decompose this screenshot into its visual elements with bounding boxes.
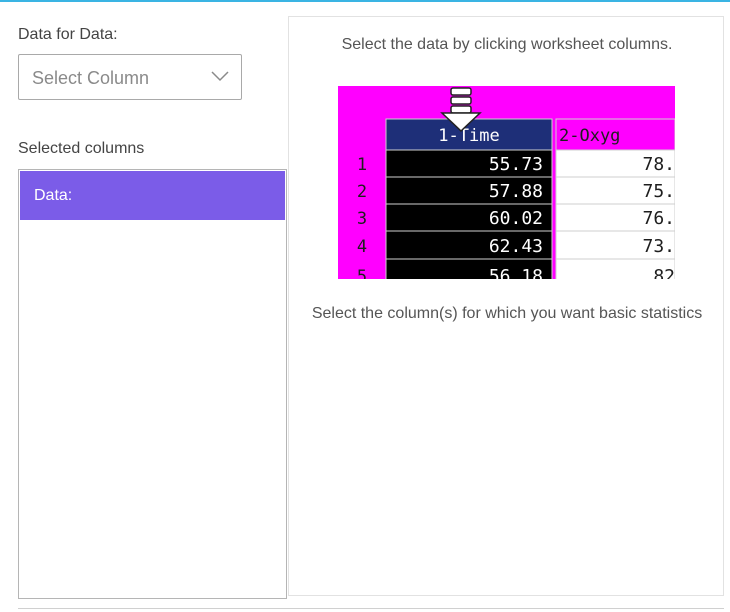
worksheet-illustration: 1-Time 2-Oxyg 1 55.73 78. 2 57.88 75. 3 … [338,86,675,279]
instruction-select-data: Select the data by clicking worksheet co… [341,36,673,53]
col1-cell-value: 55.73 [489,154,543,175]
selected-columns-list[interactable]: Data: [18,169,287,599]
col2-cell-value: 78. [642,154,675,175]
select-column-placeholder: Select Column [32,68,150,88]
instruction-select-statistics: Select the column(s) for which you want … [311,305,703,322]
col2-cell-value: 76. [642,208,675,229]
col2-header-label: 2-Oxyg [559,126,620,146]
col1-cell-value: 56.18 [489,266,543,279]
col2-cell-value: 82 [653,266,675,279]
help-panel: Select the data by clicking worksheet co… [288,16,724,596]
row-number: 2 [357,182,367,202]
chevron-down-icon [211,71,229,82]
row-number: 4 [357,237,367,257]
worksheet-graphic: 1-Time 2-Oxyg 1 55.73 78. 2 57.88 75. 3 … [338,86,675,279]
col2-cell-value: 73. [642,236,675,257]
row-number: 5 [357,267,367,279]
selected-column-item-label: Data: [34,187,73,204]
selected-column-item[interactable]: Data: [20,171,285,220]
data-for-label: Data for Data: [18,26,118,43]
row-header-corner [338,119,386,150]
top-accent-line [0,0,730,2]
col1-cell-value: 60.02 [489,208,543,229]
row-number: 1 [357,155,367,175]
bottom-divider [18,608,724,609]
col1-cell-value: 62.43 [489,236,543,257]
row-number: 3 [357,209,367,229]
col1-cell-value: 57.88 [489,181,543,202]
select-column-dropdown[interactable]: Select Column [18,54,242,100]
selected-columns-label: Selected columns [18,140,145,157]
col2-cell-value: 75. [642,181,675,202]
col1-header-label: 1-Time [438,126,499,146]
